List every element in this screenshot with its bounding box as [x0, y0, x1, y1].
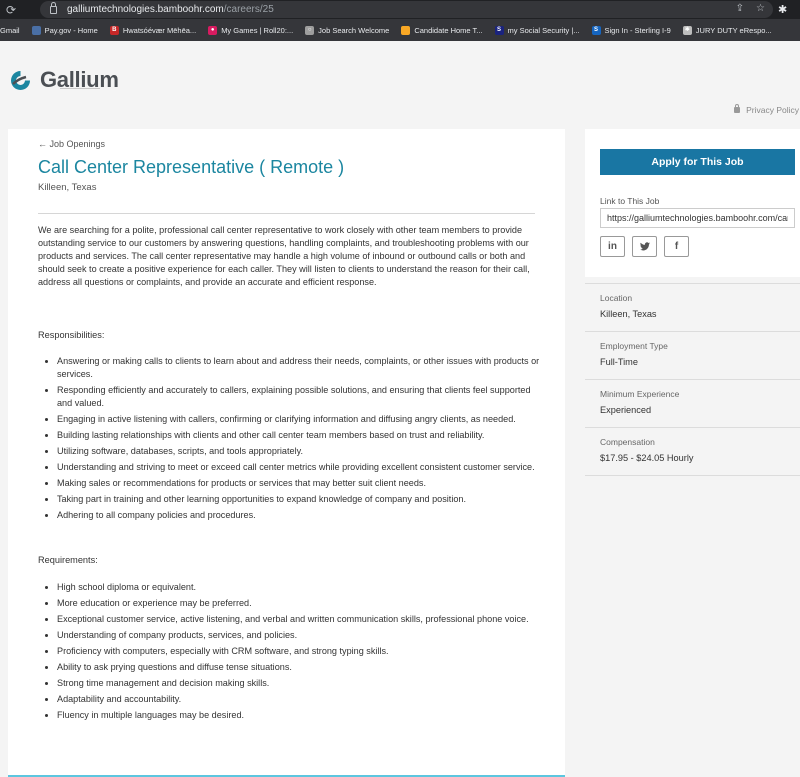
- reload-icon[interactable]: ⟳: [4, 3, 18, 17]
- job-detail-value: Experienced: [600, 405, 652, 415]
- privacy-policy-link[interactable]: Privacy Policy: [734, 104, 799, 115]
- bookmark-label: Job Search Welcome: [318, 25, 390, 35]
- list-item: Ability to ask prying questions and diff…: [38, 661, 543, 674]
- list-item: Making sales or recommendations for prod…: [38, 477, 543, 490]
- job-link-field[interactable]: [600, 208, 795, 228]
- browser-address-bar: ⟳ galliumtechnologies.bamboohr.com/caree…: [0, 0, 800, 19]
- requirements-list: High school diploma or equivalent. More e…: [38, 581, 543, 725]
- job-detail-label: Employment Type: [600, 341, 668, 351]
- job-openings-link[interactable]: ← Job Openings: [38, 139, 105, 149]
- gallium-logo-icon: [11, 70, 31, 90]
- list-item: Fluency in multiple languages may be des…: [38, 709, 543, 722]
- job-detail-item: Minimum Experience Experienced: [600, 389, 800, 415]
- bookmark-item[interactable]: ● My Games | Roll20:...: [208, 25, 294, 35]
- bookmark-label: Candidate Home T...: [414, 25, 483, 35]
- lock-icon: [50, 1, 57, 14]
- bookmark-item[interactable]: S Sign In - Sterling I-9: [591, 25, 671, 35]
- apply-card: Apply for This Job Link to This Job in f: [585, 129, 800, 277]
- bookmark-favicon-icon: [31, 25, 41, 35]
- list-item: Exceptional customer service, active lis…: [38, 613, 543, 626]
- divider: [585, 379, 800, 380]
- job-details-card: ← Job Openings Call Center Representativ…: [8, 129, 565, 777]
- job-detail-item: Employment Type Full-Time: [600, 341, 800, 367]
- url-field[interactable]: galliumtechnologies.bamboohr.com/careers…: [40, 1, 773, 18]
- list-item: More education or experience may be pref…: [38, 597, 543, 610]
- job-title: Call Center Representative ( Remote ): [38, 157, 345, 177]
- apply-button[interactable]: Apply for This Job: [600, 149, 795, 175]
- bookmark-item[interactable]: ✱ JURY DUTY eRespo...: [682, 25, 772, 35]
- list-item: Responding efficiently and accurately to…: [38, 384, 543, 410]
- list-item: Understanding and striving to meet or ex…: [38, 461, 543, 474]
- list-item: High school diploma or equivalent.: [38, 581, 543, 594]
- job-detail-value: $17.95 - $24.05 Hourly: [600, 453, 694, 463]
- bookmark-favicon-icon: B: [109, 25, 119, 35]
- logo-text: Gallium: [40, 67, 119, 92]
- job-detail-label: Minimum Experience: [600, 389, 680, 399]
- bookmark-item[interactable]: B Hwatsóévær Mēhēa...: [109, 25, 197, 35]
- bookmark-favicon-icon: ✱: [682, 25, 692, 35]
- job-detail-item: Location Killeen, Texas: [600, 293, 800, 319]
- list-item: Understanding of company products, servi…: [38, 629, 543, 642]
- lock-icon: [734, 104, 741, 113]
- responsibilities-heading: Responsibilities:: [38, 330, 105, 340]
- divider: [585, 283, 800, 284]
- company-logo[interactable]: Gallium: [10, 67, 119, 93]
- linkedin-icon[interactable]: in: [600, 236, 625, 257]
- list-item: Adaptability and accountability.: [38, 693, 543, 706]
- bookmark-star-icon[interactable]: ☆: [756, 3, 765, 14]
- job-description: We are searching for a polite, professio…: [38, 225, 530, 287]
- bookmark-item[interactable]: Gmail: [0, 26, 20, 35]
- list-item: Utilizing software, databases, scripts, …: [38, 445, 543, 458]
- list-item: Answering or making calls to clients to …: [38, 355, 543, 381]
- divider: [38, 213, 535, 214]
- bookmark-favicon-icon: [401, 25, 411, 35]
- job-location: Killeen, Texas: [38, 182, 97, 193]
- extensions-icon[interactable]: ✱: [778, 3, 787, 16]
- requirements-heading: Requirements:: [38, 555, 98, 565]
- divider: [585, 475, 800, 476]
- job-detail-item: Compensation $17.95 - $24.05 Hourly: [600, 437, 800, 463]
- divider: [585, 427, 800, 428]
- bookmark-label: Pay.gov - Home: [44, 25, 98, 35]
- bookmark-item[interactable]: ○ Job Search Welcome: [305, 25, 390, 35]
- job-link-label: Link to This Job: [600, 196, 660, 206]
- bookmark-favicon-icon: S: [494, 25, 504, 35]
- bookmark-label: Sign In - Sterling I-9: [604, 25, 671, 35]
- bookmarks-bar: Gmail Pay.gov - Home B Hwatsóévær Mēhēa... ●…: [0, 19, 800, 41]
- facebook-icon[interactable]: f: [664, 236, 689, 257]
- bookmark-label: my Social Security |...: [507, 25, 580, 35]
- list-item: Proficiency with computers, especially w…: [38, 645, 543, 658]
- job-detail-value: Killeen, Texas: [600, 309, 657, 319]
- privacy-policy-label: Privacy Policy: [746, 105, 799, 115]
- bookmark-favicon-icon: ●: [208, 25, 218, 35]
- list-item: Building lasting relationships with clie…: [38, 429, 543, 442]
- url-path: /careers/25: [223, 4, 274, 15]
- responsibilities-list: Answering or making calls to clients to …: [38, 355, 543, 525]
- job-detail-label: Compensation: [600, 437, 655, 447]
- list-item: Taking part in training and other learni…: [38, 493, 543, 506]
- bookmark-favicon-icon: ○: [305, 25, 315, 35]
- bookmark-item[interactable]: Pay.gov - Home: [31, 25, 98, 35]
- job-detail-value: Full-Time: [600, 357, 638, 367]
- list-item: Adhering to all company policies and pro…: [38, 509, 543, 522]
- bookmark-label: JURY DUTY eRespo...: [695, 25, 772, 35]
- bookmark-label: Hwatsóévær Mēhēa...: [122, 25, 197, 35]
- bookmark-favicon-icon: S: [591, 25, 601, 35]
- bookmark-item[interactable]: Smy Social Security |...: [494, 25, 580, 35]
- bookmark-label: Gmail: [0, 25, 20, 35]
- logo-tagline: [60, 88, 100, 89]
- url-host: galliumtechnologies.bamboohr.com: [67, 4, 224, 15]
- twitter-icon[interactable]: [632, 236, 657, 257]
- divider: [585, 331, 800, 332]
- list-item: Engaging in active listening with caller…: [38, 413, 543, 426]
- list-item: Strong time management and decision maki…: [38, 677, 543, 690]
- careers-page: Gallium Privacy Policy ← Job Openings Ca…: [0, 41, 800, 777]
- share-page-icon[interactable]: ⇪: [736, 3, 744, 14]
- job-detail-label: Location: [600, 293, 633, 303]
- bookmark-label: My Games | Roll20:...: [221, 25, 294, 35]
- bookmark-item[interactable]: Candidate Home T...: [401, 25, 483, 35]
